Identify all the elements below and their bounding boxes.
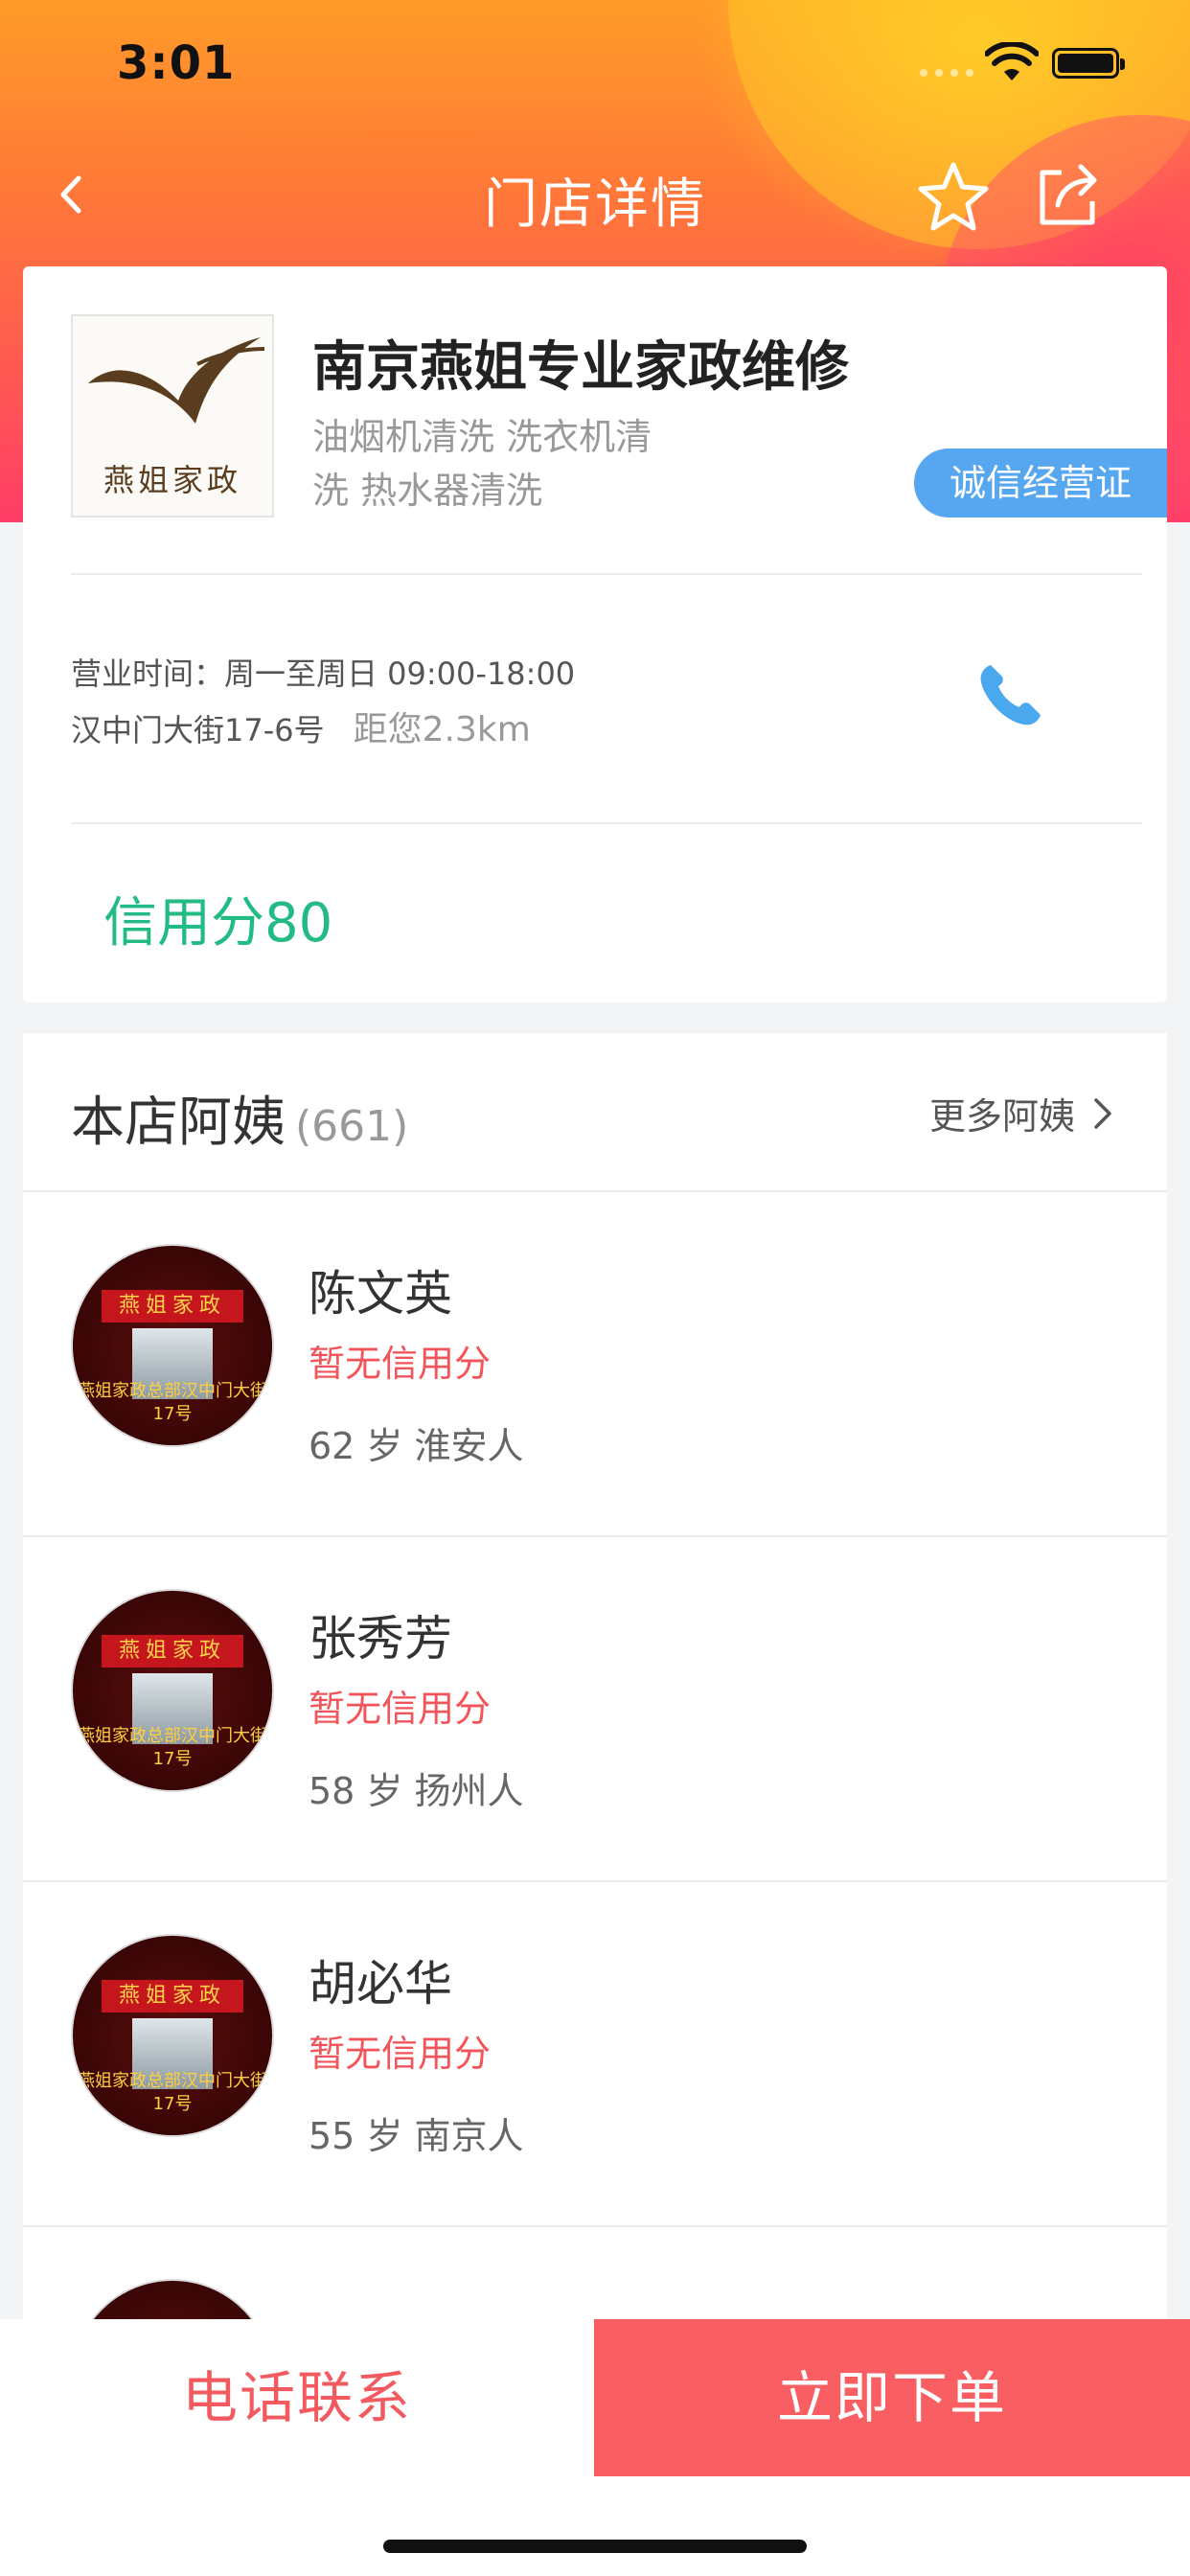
logo-text: 燕姐家政 xyxy=(103,462,241,498)
divider xyxy=(71,822,1142,824)
aunt-name: 胡必华 xyxy=(309,1956,452,2012)
credit-badge[interactable]: 诚信经营证 xyxy=(914,448,1167,518)
aunts-title: 本店阿姨 (661) xyxy=(71,1079,408,1157)
call-button[interactable]: 电话联系 xyxy=(0,2319,594,2476)
store-logo: 燕姐家政 xyxy=(71,314,274,518)
aunt-name: 张秀芳 xyxy=(309,1611,452,1667)
credit-score: 信用分80 xyxy=(103,892,333,954)
aunt-name: 陈文英 xyxy=(309,1266,452,1322)
services-line-2: 洗 热水器清洗 xyxy=(312,470,543,512)
status-time: 3:01 xyxy=(117,36,236,90)
order-now-button[interactable]: 立即下单 xyxy=(594,2319,1190,2476)
store-services: 油烟机清洗 洗衣机清 洗 热水器清洗 xyxy=(312,410,715,518)
aunt-avatar: 燕姐家政 燕姐家政总部汉中门大街17号 xyxy=(71,1244,274,1447)
more-aunts-link[interactable]: 更多阿姨 xyxy=(929,1087,1113,1139)
aunt-list-item[interactable]: 燕姐家政 燕姐家政总部汉中门大街17号 张秀芳 暂无信用分 58 岁 扬州人 xyxy=(23,1535,1167,1882)
business-hours: 营业时间：周一至周日 09:00-18:00 xyxy=(71,656,576,692)
store-name: 南京燕姐专业家政维修 xyxy=(312,336,849,399)
aunt-credit: 暂无信用分 xyxy=(309,2033,492,2075)
nav-bar: 门店详情 xyxy=(0,144,1190,249)
aunt-list-item[interactable]: 燕姐家政 燕姐家政总部汉中门大街17号 陈文英 暂无信用分 62 岁 淮安人 xyxy=(23,1190,1167,1537)
aunt-avatar: 燕姐家政 燕姐家政总部汉中门大街17号 xyxy=(71,1934,274,2137)
bottom-action-bar: 电话联系 立即下单 xyxy=(0,2319,1190,2576)
page-title: 门店详情 xyxy=(484,173,706,236)
aunts-section: 本店阿姨 (661) 更多阿姨 燕姐家政 燕姐家政总部汉中门大街17号 陈文英 暂… xyxy=(23,1033,1167,2490)
star-icon[interactable] xyxy=(915,159,992,236)
wifi-icon xyxy=(985,42,1039,80)
swallow-logo-icon xyxy=(88,337,265,424)
aunt-info: 55 岁 南京人 xyxy=(309,2115,524,2157)
divider xyxy=(71,573,1142,575)
aunt-credit: 暂无信用分 xyxy=(309,1688,492,1730)
address-text: 汉中门大街17-6号 xyxy=(71,712,325,748)
phone-icon[interactable] xyxy=(972,657,1048,734)
aunts-header: 本店阿姨 (661) 更多阿姨 xyxy=(23,1033,1167,1192)
aunt-info: 62 岁 淮安人 xyxy=(309,1425,524,1467)
aunts-title-text: 本店阿姨 xyxy=(71,1092,286,1154)
aunt-credit: 暂无信用分 xyxy=(309,1343,492,1385)
home-indicator xyxy=(383,2540,807,2553)
status-bar: 3:01 xyxy=(0,0,1190,125)
aunt-avatar: 燕姐家政 燕姐家政总部汉中门大街17号 xyxy=(71,1589,274,1792)
signal-icon xyxy=(920,69,973,77)
chevron-right-icon xyxy=(1094,1097,1111,1129)
services-line-1: 油烟机清洗 洗衣机清 xyxy=(312,416,652,458)
store-address: 汉中门大街17-6号 距您2.3km xyxy=(71,702,531,751)
share-icon[interactable] xyxy=(1033,159,1104,230)
aunt-info: 58 岁 扬州人 xyxy=(309,1770,524,1812)
aunt-list-item[interactable]: 燕姐家政 燕姐家政总部汉中门大街17号 胡必华 暂无信用分 55 岁 南京人 xyxy=(23,1880,1167,2227)
distance-text: 距您2.3km xyxy=(353,710,531,749)
battery-icon xyxy=(1052,48,1125,79)
store-card: 燕姐家政 南京燕姐专业家政维修 油烟机清洗 洗衣机清 洗 热水器清洗 诚信经营证… xyxy=(23,266,1167,1002)
more-aunts-label: 更多阿姨 xyxy=(928,1095,1075,1138)
aunts-count: (661) xyxy=(295,1102,409,1151)
